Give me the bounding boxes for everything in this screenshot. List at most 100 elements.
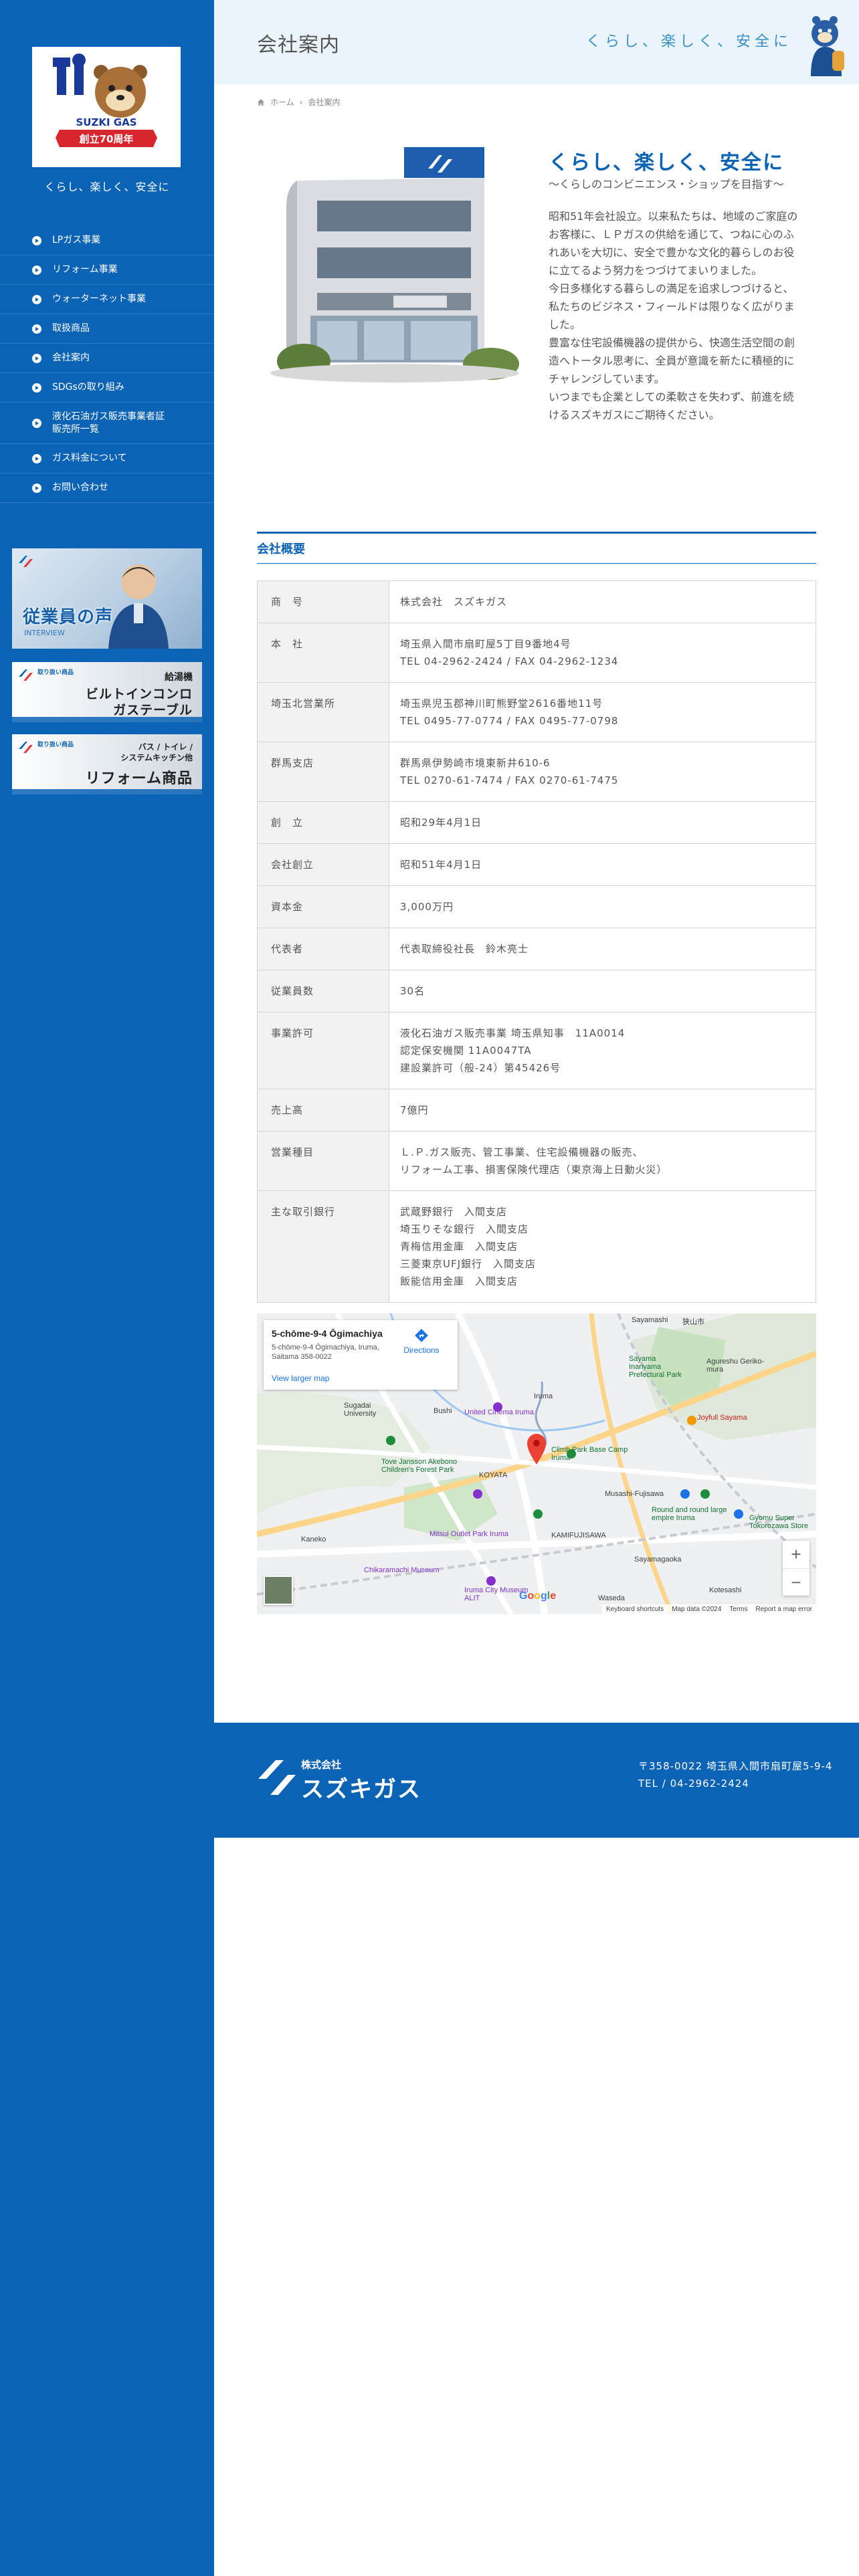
table-row: 創 立昭和29年4月1日 [257,801,816,844]
sidebar-item-sdgs[interactable]: SDGsの取り組み [0,373,214,403]
table-row: 群馬支店 群馬県伊勢崎市境東新井610-6 TEL 0270-61-7474 / … [257,742,816,802]
sidebar-item-waternet[interactable]: ウォーターネット事業 [0,285,214,314]
employee-photo [108,564,169,649]
row-value: 武蔵野銀行 入間支店 埼玉りそな銀行 入間支店 青梅信用金庫 入間支店 三菱東京… [389,1190,816,1303]
banner-tag: 取り扱い商品 [37,669,74,676]
sidebar-item-license[interactable]: 液化石油ガス販売事業者証 販売所一覧 [0,403,214,444]
banner-line1: 給湯機 [165,672,193,683]
row-value: 7億円 [389,1089,816,1132]
map-place-label: Kaneko [301,1535,326,1543]
map-place-label: Chikaramachi Museum [364,1566,440,1574]
page-header: 会社案内 くらし、楽しく、安全に [214,0,859,84]
map-place-label: Mitsui Outlet Park Iruma [430,1530,508,1538]
breadcrumb-home-link[interactable]: ホーム [270,96,294,108]
row-value: Ｌ.Ｐ.ガス販売、管工事業、住宅設備機器の販売、 リフォーム工事、損害保険代理店… [389,1131,816,1191]
sidebar-tagline: くらし、楽しく、安全に [44,181,170,193]
map-data-text: Map data ©2024 [672,1606,722,1613]
sidebar-item-gas-rates[interactable]: ガス料金について [0,444,214,473]
header-slogan: くらし、楽しく、安全に [585,33,792,50]
map-place-label: Agureshu Geriko-mura [706,1358,765,1374]
map-place-label: Gyomu Super Tokorozawa Store [749,1514,809,1530]
google-logo: Google [519,1590,557,1602]
row-value: 3,000万円 [389,885,816,928]
footer-company-type: 株式会社 [301,1759,342,1771]
google-map[interactable]: Sayamashi 狭山市 Sayama Inariyama Prefectur… [257,1313,816,1614]
map-place-label: Sayamagaoka [634,1555,682,1564]
builtin-stove-banner[interactable]: 取り扱い商品 給湯機 ビルトインコンロ ガステーブル [12,662,202,722]
report-error-link[interactable]: Report a map error [756,1606,812,1613]
row-label: 群馬支店 [257,742,389,802]
headquarters-photo [270,140,519,408]
map-place-label: Sayamashi [632,1316,668,1324]
map-place-label: Sugadai University [344,1402,377,1418]
row-value: 群馬県伊勢崎市境東新井610-6 TEL 0270-61-7474 / FAX … [389,742,816,802]
row-value: 昭和29年4月1日 [389,801,816,844]
company-overview-table: 商 号株式会社 スズキガス 本 社埼玉県入間市扇町屋5丁目9番地4号 TEL 0… [257,580,816,1303]
table-row: 商 号株式会社 スズキガス [257,580,816,623]
directions-button[interactable]: Directions [401,1328,442,1355]
home-icon [258,98,264,106]
breadcrumb-separator: › [299,97,303,107]
map-place-label: Sayama Inariyama Prefectural Park [629,1355,682,1379]
map-place-label: Joyfull Sayama [697,1414,747,1422]
sidebar-item-reform[interactable]: リフォーム事業 [0,255,214,285]
banner-line2: リフォーム商品 [85,770,193,787]
reform-products-banner[interactable]: 取り扱い商品 バス / トイレ / システムキッチン他 リフォーム商品 [12,734,202,794]
sidebar-item-label: リフォーム事業 [52,264,118,276]
banner-tag: 取り扱い商品 [37,742,74,748]
row-value: 昭和51年4月1日 [389,843,816,886]
terms-link[interactable]: Terms [729,1606,747,1613]
table-row: 主な取引銀行 武蔵野銀行 入間支店 埼玉りそな銀行 入間支店 青梅信用金庫 入間支… [257,1190,816,1303]
row-value: 埼玉県入間市扇町屋5丁目9番地4号 TEL 04-2962-2424 / FAX… [389,623,816,683]
sidebar-nav: LPガス事業 リフォーム事業 ウォーターネット事業 取扱商品 会社案内 SDGs… [0,226,214,503]
directions-icon [415,1329,428,1342]
sidebar-item-contact[interactable]: お問い合わせ [0,473,214,503]
view-larger-map-link[interactable]: View larger map [272,1374,329,1383]
table-row: 代表者 代表取締役社長 鈴木亮士 [257,928,816,970]
row-label: 売上高 [257,1089,389,1132]
arrow-circle-icon [32,453,41,463]
sidebar-item-label: 会社案内 [52,352,90,364]
sidebar-item-lpgas[interactable]: LPガス事業 [0,226,214,255]
intro-heading: くらし、楽しく、安全に [549,151,784,175]
row-label: 創 立 [257,801,389,844]
brand-mark-icon [19,669,33,681]
zoom-in-button[interactable]: + [783,1541,809,1569]
arrow-circle-icon [32,324,41,334]
page-title: 会社案内 [257,33,340,57]
footer-tel: TEL / 04-2962-2424 [638,1778,749,1790]
map-info-card: 5-chōme-9-4 Ōgimachiya 5-chōme-9-4 Ōgima… [264,1320,458,1390]
arrow-circle-icon [32,383,41,393]
brand-mark-icon [19,556,33,567]
sidebar-item-label: SDGsの取り組み [52,382,124,393]
map-attribution: Keyboard shortcuts Map data ©2024 Terms … [602,1604,816,1614]
arrow-circle-icon [32,418,41,428]
footer-logo-mark [258,1760,296,1795]
table-row: 資本金 3,000万円 [257,885,816,928]
zoom-out-button[interactable]: − [783,1569,809,1596]
map-place-label: KAMIFUJISAWA [551,1531,606,1539]
map-place-label: KOYATA [479,1471,508,1479]
sidebar-item-company[interactable]: 会社案内 [0,344,214,373]
directions-label: Directions [403,1346,440,1355]
row-label: 資本金 [257,885,389,928]
map-satellite-toggle[interactable] [264,1576,293,1605]
sidebar-item-products[interactable]: 取扱商品 [0,314,214,344]
sidebar-item-label: 取扱商品 [52,323,90,334]
row-label: 商 号 [257,580,389,623]
map-place-label: Kotesashi [709,1586,742,1594]
employee-voice-banner[interactable]: 従業員の声 INTERVIEW [12,548,202,649]
map-place-label: Waseda [598,1594,625,1602]
map-place-label: Bushi [434,1407,452,1415]
table-row: 事業許可 液化石油ガス販売事業 埼玉県知事 11A0014 認定保安機関 11A0… [257,1012,816,1089]
company-logo[interactable]: SUZKI GAS 創立70周年 [32,47,181,167]
arrow-circle-icon [32,235,41,245]
keyboard-shortcuts-link[interactable]: Keyboard shortcuts [606,1606,664,1613]
row-value: 埼玉県児玉郡神川町熊野堂2616番地11号 TEL 0495-77-0774 /… [389,682,816,742]
row-value: 株式会社 スズキガス [389,580,816,623]
footer-address: 〒358-0022 埼玉県入間市扇町屋5-9-4 [638,1760,833,1772]
breadcrumb-current: 会社案内 [308,98,341,107]
brand-mark-icon [19,742,33,753]
section-title: 会社概要 [257,532,816,564]
logo-mascot-image: SUZKI GAS 創立70周年 [53,53,157,147]
